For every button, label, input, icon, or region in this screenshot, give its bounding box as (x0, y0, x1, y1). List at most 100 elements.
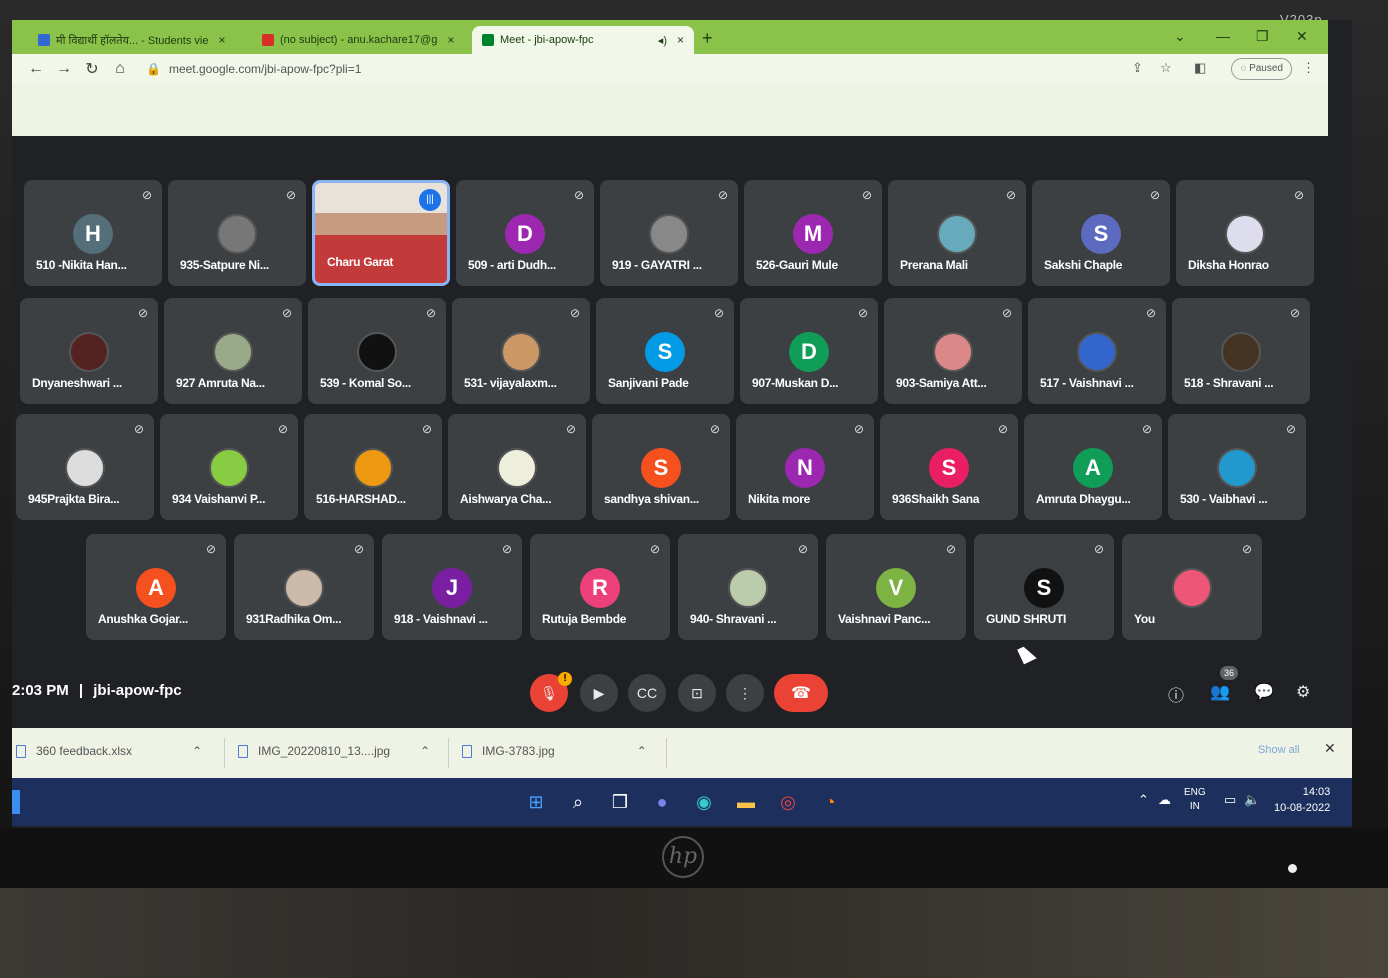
show-all-link[interactable]: Show all (1258, 744, 1300, 756)
close-downloads-icon[interactable]: ✕ (1324, 740, 1336, 757)
activities-icon[interactable]: ⚙ (1296, 682, 1310, 702)
restore-icon[interactable]: ❐ (1256, 28, 1269, 45)
background-wall (0, 880, 1388, 978)
participant-tile[interactable]: V ⊘ Vaishnavi Panc... (826, 534, 966, 640)
forward-icon[interactable]: → (50, 60, 78, 78)
participant-tile[interactable]: S ⊘ GUND SHRUTI (974, 534, 1114, 640)
participant-tile[interactable]: ⊘ Diksha Honrao (1176, 180, 1314, 286)
camera-button[interactable]: ▶ (580, 674, 618, 712)
volume-icon[interactable]: 🔈 (1244, 792, 1260, 808)
participant-tile[interactable]: ⊘ 927 Amruta Na... (164, 298, 302, 404)
address-bar[interactable]: 🔒 meet.google.com/jbi-apow-fpc?pli=1 (146, 62, 1106, 76)
participant-tile[interactable]: ⊘ 903-Samiya Att... (884, 298, 1022, 404)
participant-tile[interactable]: ⊘ 517 - Vaishnavi ... (1028, 298, 1166, 404)
participant-tile[interactable]: ⊘ 934 Vaishanvi P... (160, 414, 298, 520)
participant-tile[interactable]: ⊘ 530 - Vaibhavi ... (1168, 414, 1306, 520)
participant-tile[interactable]: ⊘ 935-Satpure Ni... (168, 180, 306, 286)
tab-close-icon[interactable]: × (677, 33, 684, 47)
participant-avatar: S (645, 332, 685, 372)
participant-tile[interactable]: ⊘ 931Radhika Om... (234, 534, 374, 640)
participant-tile[interactable]: S ⊘ sandhya shivan... (592, 414, 730, 520)
profile-paused-button[interactable]: ◌ Paused (1231, 58, 1292, 80)
participant-tile[interactable]: R ⊘ Rutuja Bembde (530, 534, 670, 640)
download-item[interactable]: IMG-3783.jpg ⌃ (462, 744, 647, 758)
tab-students[interactable]: मी विद्यार्थी हॉलतेय... - Students vie × (28, 26, 248, 54)
participant-tile[interactable]: ⊘ 539 - Komal So... (308, 298, 446, 404)
minimize-icon[interactable]: — (1216, 28, 1230, 44)
tab-meet[interactable]: Meet - jbi-apow-fpc ◂) × (472, 26, 694, 54)
meeting-info-icon[interactable]: ⓘ (1168, 682, 1184, 706)
bookmark-star-icon[interactable]: ☆ (1160, 60, 1172, 76)
share-icon[interactable]: ⇪ (1132, 60, 1143, 76)
more-options-button[interactable]: ⋮ (726, 674, 764, 712)
tab-close-icon[interactable]: × (447, 33, 454, 47)
participant-tile[interactable]: ⊘ 919 - GAYATRI ... (600, 180, 738, 286)
participant-avatar (213, 332, 253, 372)
side-panel-icon[interactable]: ◧ (1194, 60, 1206, 76)
present-button[interactable]: ⊡ (678, 674, 716, 712)
download-item[interactable]: 360 feedback.xlsx ⌃ (16, 744, 202, 758)
search-icon[interactable]: ⌕ (566, 790, 590, 814)
participant-name: Nikita more (748, 492, 811, 506)
weather-icon[interactable]: ☁ (1158, 792, 1171, 808)
mic-muted-icon: ⊘ (1293, 188, 1304, 202)
task-view-icon[interactable]: ❒ (608, 790, 632, 814)
tab-search-chevron-icon[interactable]: ⌄ (1174, 28, 1186, 45)
participant-tile[interactable]: ⊘ 518 - Shravani ... (1172, 298, 1310, 404)
participant-tile[interactable]: ⊘ 945Prajkta Bira... (16, 414, 154, 520)
reload-icon[interactable]: ↻ (78, 59, 106, 79)
participant-tile[interactable]: ⊘ 531- vijayalaxm... (452, 298, 590, 404)
chevron-up-icon[interactable]: ⌃ (420, 744, 430, 758)
participant-tile[interactable]: ⊘ 516-HARSHAD... (304, 414, 442, 520)
participant-tile[interactable]: ||| Charu Garat (312, 180, 450, 286)
mic-muted-icon: ⊘ (425, 306, 436, 320)
close-window-icon[interactable]: ✕ (1296, 28, 1308, 45)
home-icon[interactable]: ⌂ (106, 60, 134, 78)
teams-chat-icon[interactable]: ● (650, 790, 674, 814)
show-desktop-edge[interactable] (12, 790, 20, 814)
participant-tile[interactable]: S ⊘ Sanjivani Pade (596, 298, 734, 404)
mic-muted-icon: ⊘ (277, 422, 288, 436)
participant-tile[interactable]: S ⊘ 936Shaikh Sana (880, 414, 1018, 520)
participant-tile[interactable]: D ⊘ 907-Muskan D... (740, 298, 878, 404)
participant-tile[interactable]: H ⊘ 510 -Nikita Han... (24, 180, 162, 286)
chat-icon[interactable]: 💬 (1254, 682, 1274, 702)
chevron-up-icon[interactable]: ⌃ (192, 744, 202, 758)
participant-tile[interactable]: A ⊘ Amruta Dhaygu... (1024, 414, 1162, 520)
participant-tile[interactable]: ⊘ You (1122, 534, 1262, 640)
menu-kebab-icon[interactable]: ⋮ (1302, 60, 1315, 76)
system-clock[interactable]: 14:03 10-08-2022 (1274, 784, 1330, 816)
captions-button[interactable]: CC (628, 674, 666, 712)
windows-start-icon[interactable]: ⊞ (524, 790, 548, 814)
language-indicator[interactable]: ENG IN (1184, 786, 1206, 814)
chrome-icon[interactable]: ◎ (776, 790, 800, 814)
tab-gmail[interactable]: (no subject) - anu.kachare17@g × (252, 26, 468, 54)
network-icon[interactable]: ▭ (1224, 792, 1236, 808)
participant-tile[interactable]: D ⊘ 509 - arti Dudh... (456, 180, 594, 286)
participant-tile[interactable]: ⊘ Dnyaneshwari ... (20, 298, 158, 404)
participant-tile[interactable]: N ⊘ Nikita more (736, 414, 874, 520)
participant-tile[interactable]: A ⊘ Anushka Gojar... (86, 534, 226, 640)
edge-icon[interactable]: ◉ (692, 790, 716, 814)
chevron-up-icon[interactable]: ⌃ (637, 744, 647, 758)
participant-avatar: H (73, 214, 113, 254)
leave-call-button[interactable]: ☎ (774, 674, 828, 712)
people-icon[interactable]: 👥 (1210, 682, 1230, 702)
new-tab-button[interactable]: + (702, 28, 713, 49)
download-item[interactable]: IMG_20220810_13....jpg ⌃ (238, 744, 430, 758)
tab-close-icon[interactable]: × (218, 33, 225, 47)
participant-tile[interactable]: M ⊘ 526-Gauri Mule (744, 180, 882, 286)
participant-tile[interactable]: S ⊘ Sakshi Chaple (1032, 180, 1170, 286)
participant-avatar (497, 448, 537, 488)
participant-tile[interactable]: J ⊘ 918 - Vaishnavi ... (382, 534, 522, 640)
mic-muted-icon: ⊘ (945, 542, 956, 556)
participant-avatar (1172, 568, 1212, 608)
participant-tile[interactable]: ⊘ Aishwarya Cha... (448, 414, 586, 520)
participant-tile[interactable]: ⊘ 940- Shravani ... (678, 534, 818, 640)
firefox-icon[interactable]: ◔ (818, 790, 842, 814)
tab-audio-icon[interactable]: ◂) (658, 34, 667, 47)
back-icon[interactable]: ← (22, 60, 50, 78)
file-explorer-icon[interactable]: ▬ (734, 790, 758, 814)
participant-tile[interactable]: ⊘ Prerana Mali (888, 180, 1026, 286)
tray-chevron-up-icon[interactable]: ⌃ (1138, 792, 1149, 808)
